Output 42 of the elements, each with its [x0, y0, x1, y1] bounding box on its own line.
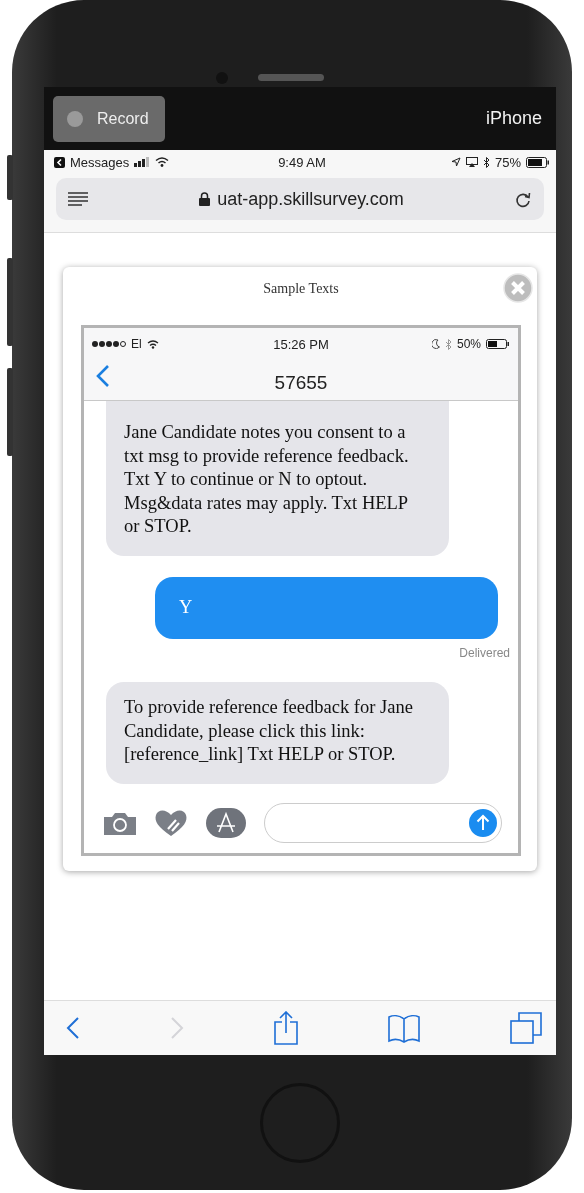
signal-dots-icon	[92, 340, 126, 348]
carrier-name: El	[131, 337, 142, 351]
location-arrow-icon	[450, 157, 461, 167]
contact-number: 57655	[274, 372, 328, 394]
book-icon[interactable]	[388, 1013, 420, 1043]
wifi-icon	[146, 339, 159, 349]
battery-percent: 75%	[494, 154, 521, 170]
airplay-icon	[465, 157, 478, 167]
reload-icon	[515, 190, 531, 208]
signal-icon	[134, 157, 151, 167]
back-chevron-icon	[96, 364, 110, 388]
received-message-bubble: Jane Candidate notes you consent to a txt msg to provide reference feedback. Txt Y to continue or N to optout. Msg&data rates may apply. Txt HELP or STOP.	[106, 401, 449, 556]
share-icon[interactable]	[274, 1011, 298, 1045]
menu-icon	[68, 192, 88, 206]
camera-icon	[104, 810, 136, 835]
wifi-icon	[155, 157, 170, 167]
battery-percent: 50%	[456, 337, 481, 351]
heart-hands-icon	[154, 808, 188, 837]
status-time: 9:49 AM	[278, 154, 326, 170]
address-bar[interactable]: uat-app.skillsurvey.com	[56, 178, 544, 220]
battery-icon	[486, 339, 510, 349]
back-app-link[interactable]: Messages	[70, 154, 130, 170]
record-button[interactable]: Record	[53, 95, 165, 142]
url-text: uat-app.skillsurvey.com	[217, 188, 404, 210]
device-name: iPhone	[485, 108, 542, 129]
received-message-bubble: To provide reference feedback for Jane Candidate, please click this link: [reference_link] Txt HELP or STOP.	[106, 682, 449, 784]
moon-icon	[431, 339, 440, 349]
bluetooth-icon	[444, 338, 452, 350]
modal-title: Sample Texts	[263, 281, 339, 297]
battery-icon	[526, 156, 550, 168]
tabs-icon[interactable]	[510, 1012, 542, 1044]
app-store-icon	[206, 807, 246, 838]
send-icon	[469, 808, 497, 837]
back-arrow-icon	[54, 156, 65, 168]
status-time: 15:26 PM	[273, 336, 329, 352]
delivery-status: Delivered	[459, 646, 510, 660]
speaker-slot	[258, 74, 324, 81]
close-icon	[503, 273, 533, 303]
back-icon[interactable]	[66, 1016, 80, 1040]
bluetooth-icon	[482, 156, 490, 168]
lock-icon	[199, 192, 211, 206]
sent-message-bubble: Y	[155, 576, 498, 639]
